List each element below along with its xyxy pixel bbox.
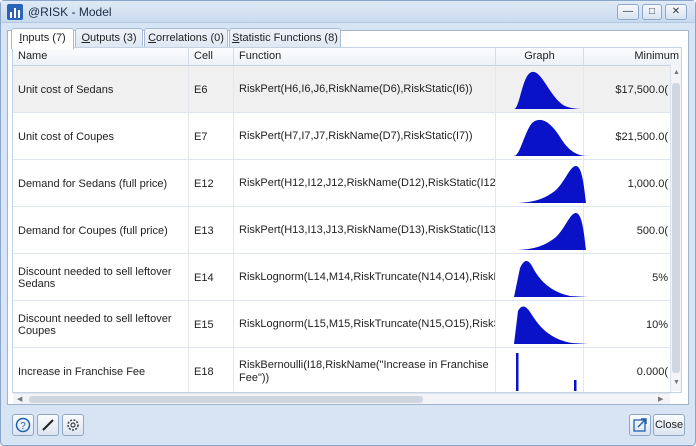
- model-window: @RISK - Model — □ ✕ Inputs (7) Outputs (…: [0, 0, 696, 446]
- row-function: RiskBernoulli(I18,RiskName("Increase in …: [234, 348, 496, 392]
- table-row[interactable]: Unit cost of Coupes E7 RiskPert(H7,I7,J7,R…: [13, 113, 672, 160]
- table-row[interactable]: Unit cost of Sedans E6 RiskPert(H6,I6,J6,R…: [13, 66, 672, 113]
- column-header-cell[interactable]: Cell: [189, 48, 234, 66]
- row-cell-ref: E12: [189, 160, 234, 207]
- row-cell-ref: E13: [189, 207, 234, 254]
- pencil-icon: [42, 419, 54, 431]
- vertical-scrollbar[interactable]: ▲ ▼: [670, 65, 681, 391]
- tab-correlations[interactable]: Correlations (0): [144, 28, 228, 48]
- row-cell-ref: E7: [189, 113, 234, 160]
- row-cell-ref: E15: [189, 301, 234, 348]
- row-minimum: 0.000(: [584, 348, 672, 392]
- table-row[interactable]: Discount needed to sell leftover Sedans E…: [13, 254, 672, 301]
- scroll-left-icon[interactable]: ◀: [17, 395, 22, 403]
- row-name: Discount needed to sell leftover Sedans: [13, 254, 189, 301]
- horizontal-scrollbar[interactable]: ◀ ▶: [13, 393, 670, 404]
- row-cell-ref: E18: [189, 348, 234, 392]
- help-button[interactable]: ?: [12, 414, 34, 436]
- horizontal-scroll-thumb[interactable]: [29, 396, 423, 403]
- tab-statistic-functions[interactable]: Statistic Functions (8): [229, 28, 341, 48]
- row-minimum: 5%: [584, 254, 672, 301]
- column-header-graph[interactable]: Graph: [496, 48, 584, 66]
- scroll-right-icon[interactable]: ▶: [658, 395, 663, 403]
- row-name: Increase in Franchise Fee: [13, 348, 189, 392]
- row-cell-ref: E6: [189, 66, 234, 113]
- export-button[interactable]: [629, 414, 651, 436]
- tab-outputs[interactable]: Outputs (3): [75, 28, 143, 48]
- help-icon: ?: [15, 417, 31, 433]
- title-bar: @RISK - Model — □ ✕: [1, 1, 695, 23]
- scroll-up-icon[interactable]: ▲: [673, 69, 680, 76]
- row-name: Unit cost of Sedans: [13, 66, 189, 113]
- column-header-function[interactable]: Function: [234, 48, 496, 66]
- svg-text:?: ?: [20, 421, 26, 432]
- column-header-minimum[interactable]: Minimum: [584, 48, 681, 66]
- row-name: Unit cost of Coupes: [13, 113, 189, 160]
- row-function: RiskPert(H12,I12,J12,RiskName(D12),RiskS…: [234, 160, 496, 207]
- grid-header: Name Cell Function Graph Minimum: [13, 48, 681, 66]
- row-name: Demand for Coupes (full price): [13, 207, 189, 254]
- settings-button[interactable]: [62, 414, 84, 436]
- row-function: RiskLognorm(L14,M14,RiskTruncate(N14,O14…: [234, 254, 496, 301]
- row-function: RiskPert(H6,I6,J6,RiskName(D6),RiskStati…: [234, 66, 496, 113]
- close-window-button[interactable]: ✕: [665, 4, 687, 20]
- inputs-grid: Name Cell Function Graph Minimum Unit co…: [12, 47, 682, 393]
- row-function: RiskPert(H7,I7,J7,RiskName(D7),RiskStati…: [234, 113, 496, 160]
- minimize-button[interactable]: —: [617, 4, 639, 20]
- window-title: @RISK - Model: [28, 5, 112, 19]
- row-name: Discount needed to sell leftover Coupes: [13, 301, 189, 348]
- row-function: RiskPert(H13,I13,J13,RiskName(D13),RiskS…: [234, 207, 496, 254]
- table-row[interactable]: Increase in Franchise Fee E18 RiskBernoull…: [13, 348, 672, 392]
- row-minimum: $17,500.0(: [584, 66, 672, 113]
- maximize-button[interactable]: □: [642, 4, 662, 20]
- risk-app-icon: [7, 4, 23, 20]
- row-name: Demand for Sedans (full price): [13, 160, 189, 207]
- close-button[interactable]: Close: [653, 414, 685, 436]
- column-header-name[interactable]: Name: [13, 48, 189, 66]
- row-minimum: $21,500.0(: [584, 113, 672, 160]
- row-minimum: 500.0(: [584, 207, 672, 254]
- table-row[interactable]: Demand for Coupes (full price) E13 RiskPer…: [13, 207, 672, 254]
- table-row[interactable]: Demand for Sedans (full price) E12 RiskPer…: [13, 160, 672, 207]
- row-cell-ref: E14: [189, 254, 234, 301]
- scroll-down-icon[interactable]: ▼: [673, 379, 680, 386]
- row-function: RiskLognorm(L15,M15,RiskTruncate(N15,O15…: [234, 301, 496, 348]
- export-icon: [633, 418, 647, 432]
- edit-button[interactable]: [37, 414, 59, 436]
- tab-inputs[interactable]: Inputs (7): [11, 28, 74, 49]
- row-minimum: 10%: [584, 301, 672, 348]
- row-minimum: 1,000.0(: [584, 160, 672, 207]
- vertical-scroll-thumb[interactable]: [672, 83, 680, 373]
- gear-icon: [67, 419, 79, 431]
- table-row[interactable]: Discount needed to sell leftover Coupes E…: [13, 301, 672, 348]
